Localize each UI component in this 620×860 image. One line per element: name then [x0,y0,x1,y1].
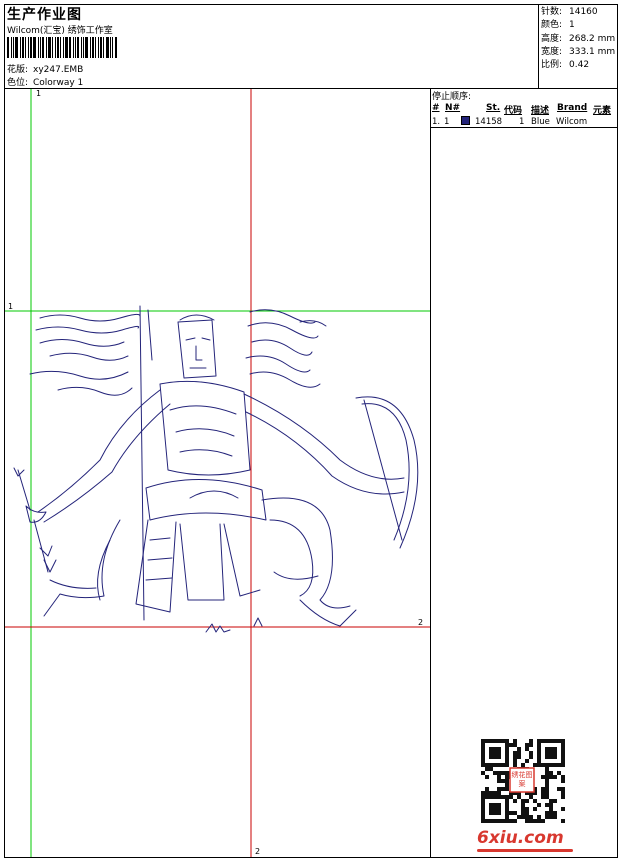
design-canvas [5,89,565,857]
embroidery-figure [13,305,419,633]
qr-stamp-text: 绣花图案 [511,771,533,788]
guide-label-top: 1 [36,89,42,98]
logo-underline [477,849,573,852]
guide-label-right: 2 [418,618,424,627]
site-logo: 6xiu.com [477,828,564,848]
guide-label-left: 1 [8,302,14,311]
guide-label-bottom: 2 [255,847,261,856]
